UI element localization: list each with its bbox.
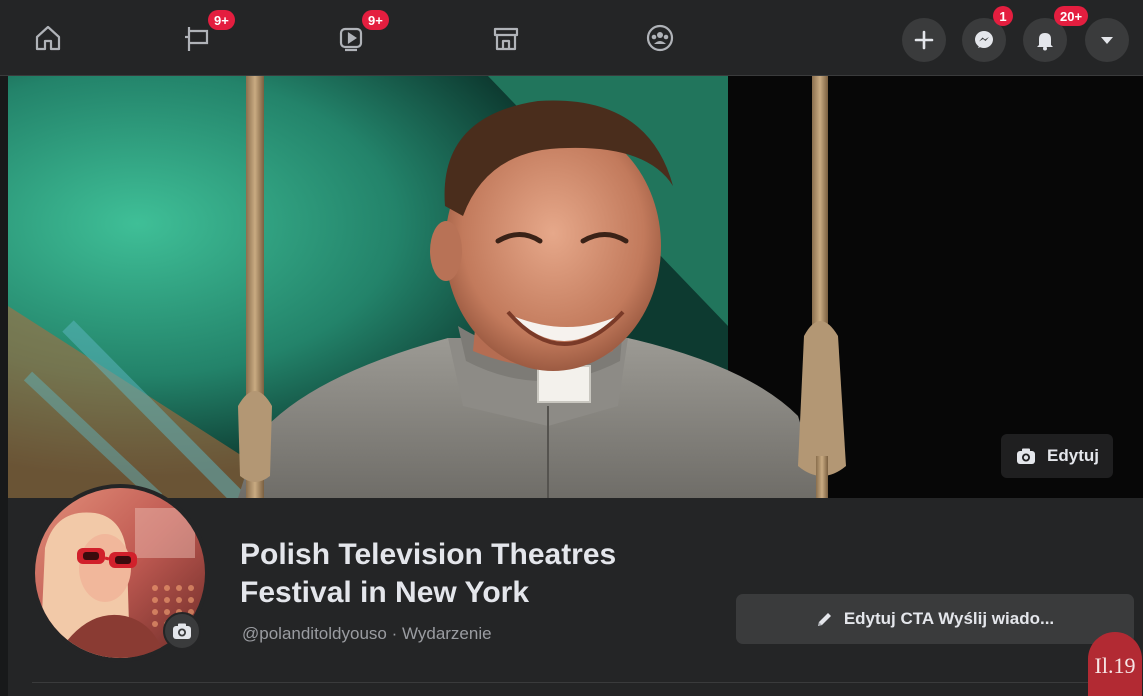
edit-cta-button[interactable]: Edytuj CTA Wyślij wiado... [736, 594, 1134, 644]
pencil-icon [817, 613, 831, 626]
marketplace-icon[interactable] [484, 18, 528, 58]
bell-icon [1037, 33, 1053, 51]
illustration-stamp: Il.19 [1088, 632, 1142, 696]
profile-header: Polish Television Theatres Festival in N… [8, 484, 1143, 696]
caret-down-icon [1101, 37, 1113, 44]
create-button[interactable] [902, 18, 946, 62]
top-navigation-bar: 9+ 9+ 1 20+ [0, 0, 1143, 76]
subtitle-separator: · [386, 624, 402, 643]
plus-icon [914, 30, 934, 50]
notifications-badge: 20+ [1054, 6, 1089, 26]
messenger-badge: 1 [993, 6, 1013, 26]
page-subtitle: @polanditoldyouso · Wydarzenie [242, 624, 492, 644]
home-icon[interactable] [26, 18, 70, 58]
edit-cover-button[interactable]: Edytuj [1001, 434, 1113, 478]
cover-photo: Edytuj [8, 76, 1143, 498]
change-profile-picture-button[interactable] [163, 612, 201, 650]
video-badge: 9+ [362, 10, 389, 30]
camera-icon [1017, 448, 1036, 464]
camera-icon [173, 623, 191, 639]
page-title: Polish Television Theatres Festival in N… [240, 538, 617, 609]
flag-badge: 9+ [208, 10, 235, 30]
page-category[interactable]: Wydarzenie [402, 624, 492, 643]
messenger-icon [975, 31, 993, 48]
groups-icon[interactable] [638, 18, 682, 58]
page-handle[interactable]: @polanditoldyouso [242, 624, 387, 643]
edit-cover-label: Edytuj [1047, 446, 1099, 465]
cover-image [8, 76, 1143, 498]
edit-cta-label: Edytuj CTA Wyślij wiado... [843, 609, 1055, 628]
divider [32, 682, 1124, 683]
account-menu-button[interactable] [1085, 18, 1129, 62]
